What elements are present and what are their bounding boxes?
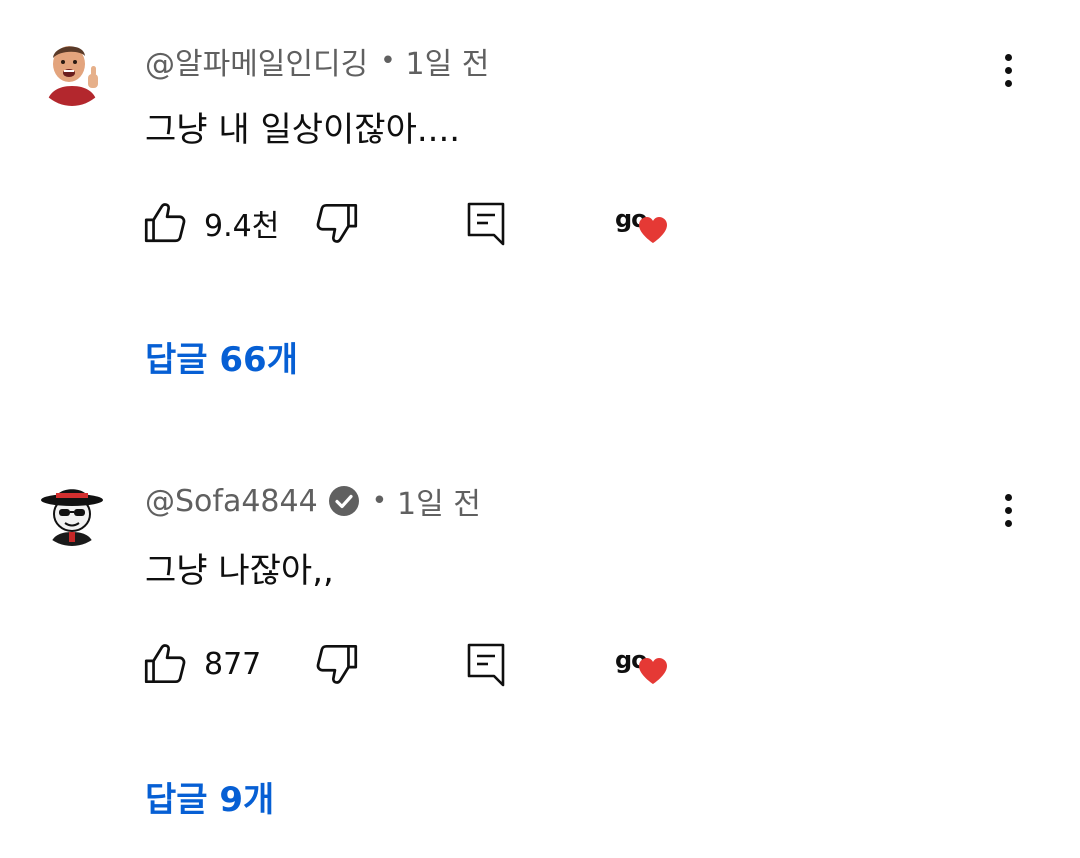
separator-dot: • bbox=[371, 486, 388, 516]
view-replies-button[interactable]: 답글 9개 bbox=[145, 772, 274, 821]
author-name[interactable]: @Sofa4844 bbox=[145, 484, 318, 519]
creator-heart-badge: go bbox=[615, 195, 685, 251]
thumbs-up-icon bbox=[144, 644, 186, 684]
comment-actions: 877 go bbox=[140, 636, 700, 692]
avatar[interactable] bbox=[36, 474, 108, 546]
heart-icon bbox=[639, 658, 667, 684]
creator-heart-badge: go bbox=[615, 636, 685, 692]
thumbs-down-icon bbox=[316, 203, 358, 243]
dislike-button[interactable] bbox=[312, 195, 362, 251]
comment-actions: 9.4천 go bbox=[140, 195, 700, 251]
reply-button[interactable] bbox=[462, 195, 510, 251]
like-count: 9.4천 bbox=[204, 209, 280, 244]
timestamp[interactable]: 1일 전 bbox=[397, 479, 481, 523]
view-replies-button[interactable]: 답글 66개 bbox=[145, 332, 298, 381]
more-vertical-icon[interactable] bbox=[990, 48, 1026, 92]
like-button[interactable]: 877 bbox=[140, 636, 261, 692]
thumbs-down-icon bbox=[316, 644, 358, 684]
comment-text: 그냥 나잖아,, bbox=[145, 551, 334, 591]
dislike-button[interactable] bbox=[312, 636, 362, 692]
reply-button[interactable] bbox=[462, 636, 510, 692]
comment-meta: @Sofa4844 • 1일 전 bbox=[145, 479, 481, 523]
comment-icon bbox=[467, 202, 505, 246]
author-name[interactable]: @알파메일인디깅 bbox=[145, 39, 368, 83]
separator-dot: • bbox=[380, 46, 396, 76]
thumbs-up-icon bbox=[144, 203, 186, 243]
comment-icon bbox=[467, 643, 505, 687]
like-button[interactable]: 9.4천 bbox=[140, 195, 279, 251]
verified-check-icon bbox=[328, 486, 359, 516]
like-count: 877 bbox=[204, 646, 262, 682]
comment-text: 그냥 내 일상이잖아.... bbox=[145, 110, 461, 150]
heart-icon bbox=[639, 217, 667, 243]
avatar[interactable] bbox=[36, 34, 108, 106]
comment-meta: @알파메일인디깅 • 1일 전 bbox=[145, 39, 489, 83]
more-vertical-icon[interactable] bbox=[990, 488, 1026, 532]
timestamp[interactable]: 1일 전 bbox=[406, 39, 490, 83]
